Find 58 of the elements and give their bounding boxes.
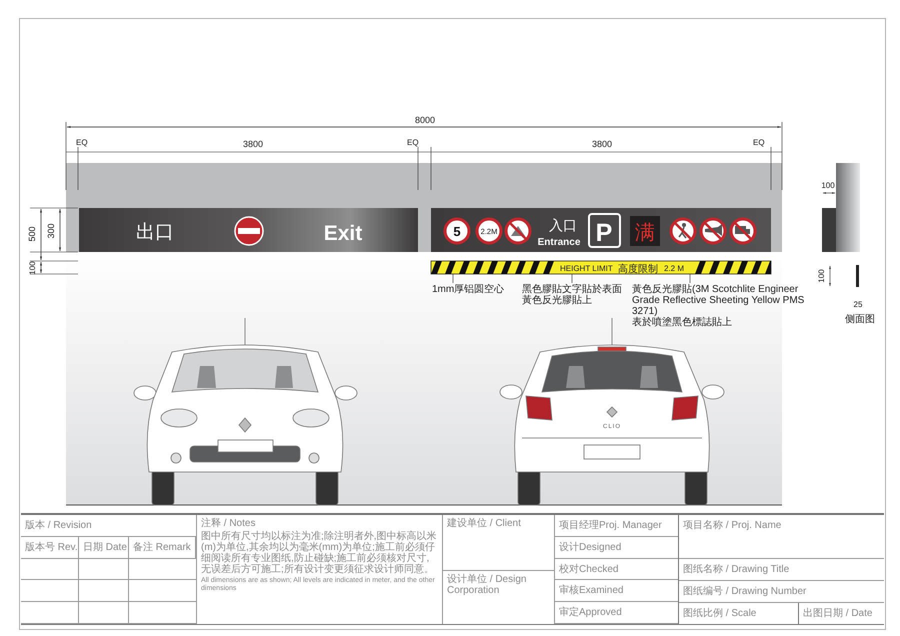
notes-text: 图中所有尺寸均以标注为准;除注明者外,图中标高以米(m)为单位,其余均以为毫米(mm)为单位;施工前必须仔细阅读所有专业图纸,防止碰缺;施工前必须核对尺寸,无误差后方可施工;所有设计变更须征求设计师同意。: [201, 531, 438, 575]
column-header: 日期 Date: [79, 536, 129, 558]
dimension-label: 100: [821, 181, 835, 190]
dimension-label: 500: [27, 226, 37, 242]
view-caption: 侧面图: [845, 314, 875, 325]
design-label: 设计单位 / Design Corporation: [446, 572, 528, 598]
side-view-bar: [856, 265, 859, 287]
dimension-label: 300: [46, 223, 56, 239]
leader-line: [452, 274, 454, 284]
bar-label: HEIGHT LIMIT: [560, 264, 613, 273]
sign-text: Exit: [324, 222, 362, 245]
role-label: 校对Checked: [555, 558, 678, 580]
column-header: 备注 Remark: [129, 536, 196, 558]
dimension-label: 8000: [414, 115, 436, 125]
role-label: 设计Designed: [555, 536, 678, 559]
role-label: 审核Examined: [555, 580, 678, 602]
sign-text: 满: [635, 222, 655, 244]
bar-label: 2.2 M: [664, 264, 684, 273]
dimension-label: EQ: [76, 138, 88, 147]
dimension-line: [58, 208, 62, 252]
dimension-label: EQ: [407, 138, 419, 147]
dimension-label: 100: [817, 269, 826, 283]
dimension-label: 25: [854, 300, 862, 309]
no-entry-icon: [234, 216, 264, 246]
dimension-label: 100: [28, 261, 37, 275]
annotation-note: 黃色反光膠貼(3M Scotchlite Engineer Grade Reflective Sheeting Yellow PMS 3271) 表於噴塗黑色標誌貼上: [632, 284, 806, 328]
column-header: 版本号 Rev.: [21, 536, 79, 558]
full-indicator-display: [630, 216, 660, 246]
side-view-sign: [822, 208, 836, 252]
dimension-label: 3800: [592, 139, 612, 149]
dimension-label: EQ: [753, 138, 765, 147]
dimension-label: 3800: [242, 139, 264, 149]
client-label: 建设单位 / Client: [443, 515, 554, 571]
notes-header: 注释 / Notes: [201, 518, 256, 529]
height-limit-sign: [476, 218, 502, 244]
dimension-line: [822, 192, 836, 194]
no-horn-icon: [700, 218, 726, 244]
sign-text: Entrance: [538, 237, 580, 248]
prohibition-sign-icon: [504, 218, 532, 244]
role-label: 审定Approved: [555, 602, 678, 624]
extension-line: [30, 260, 78, 262]
project-label: 出图日期 / Date: [802, 606, 874, 621]
sign-text: 入口: [549, 217, 577, 233]
role-label: 项目经理Proj. Manager: [555, 515, 678, 537]
sign-text: 5: [453, 224, 461, 239]
dimension-line: [829, 266, 831, 286]
bar-label: 高度限制: [618, 264, 658, 275]
no-truck-icon: [730, 218, 756, 244]
no-pedestrian-icon: [670, 218, 696, 244]
project-label: 图纸名称 / Drawing Title: [679, 559, 884, 581]
parking-sign: [588, 213, 621, 248]
speed-limit-sign: [444, 218, 470, 244]
project-label: 图纸比例 / Scale: [679, 603, 799, 624]
sign-text: P: [596, 219, 612, 247]
revision-header: 版本 / Revision: [21, 515, 196, 537]
project-label: 图纸编号 / Drawing Number: [679, 581, 884, 603]
sign-text: 出口: [136, 222, 174, 243]
project-label: 项目名称 / Proj. Name: [679, 515, 884, 559]
